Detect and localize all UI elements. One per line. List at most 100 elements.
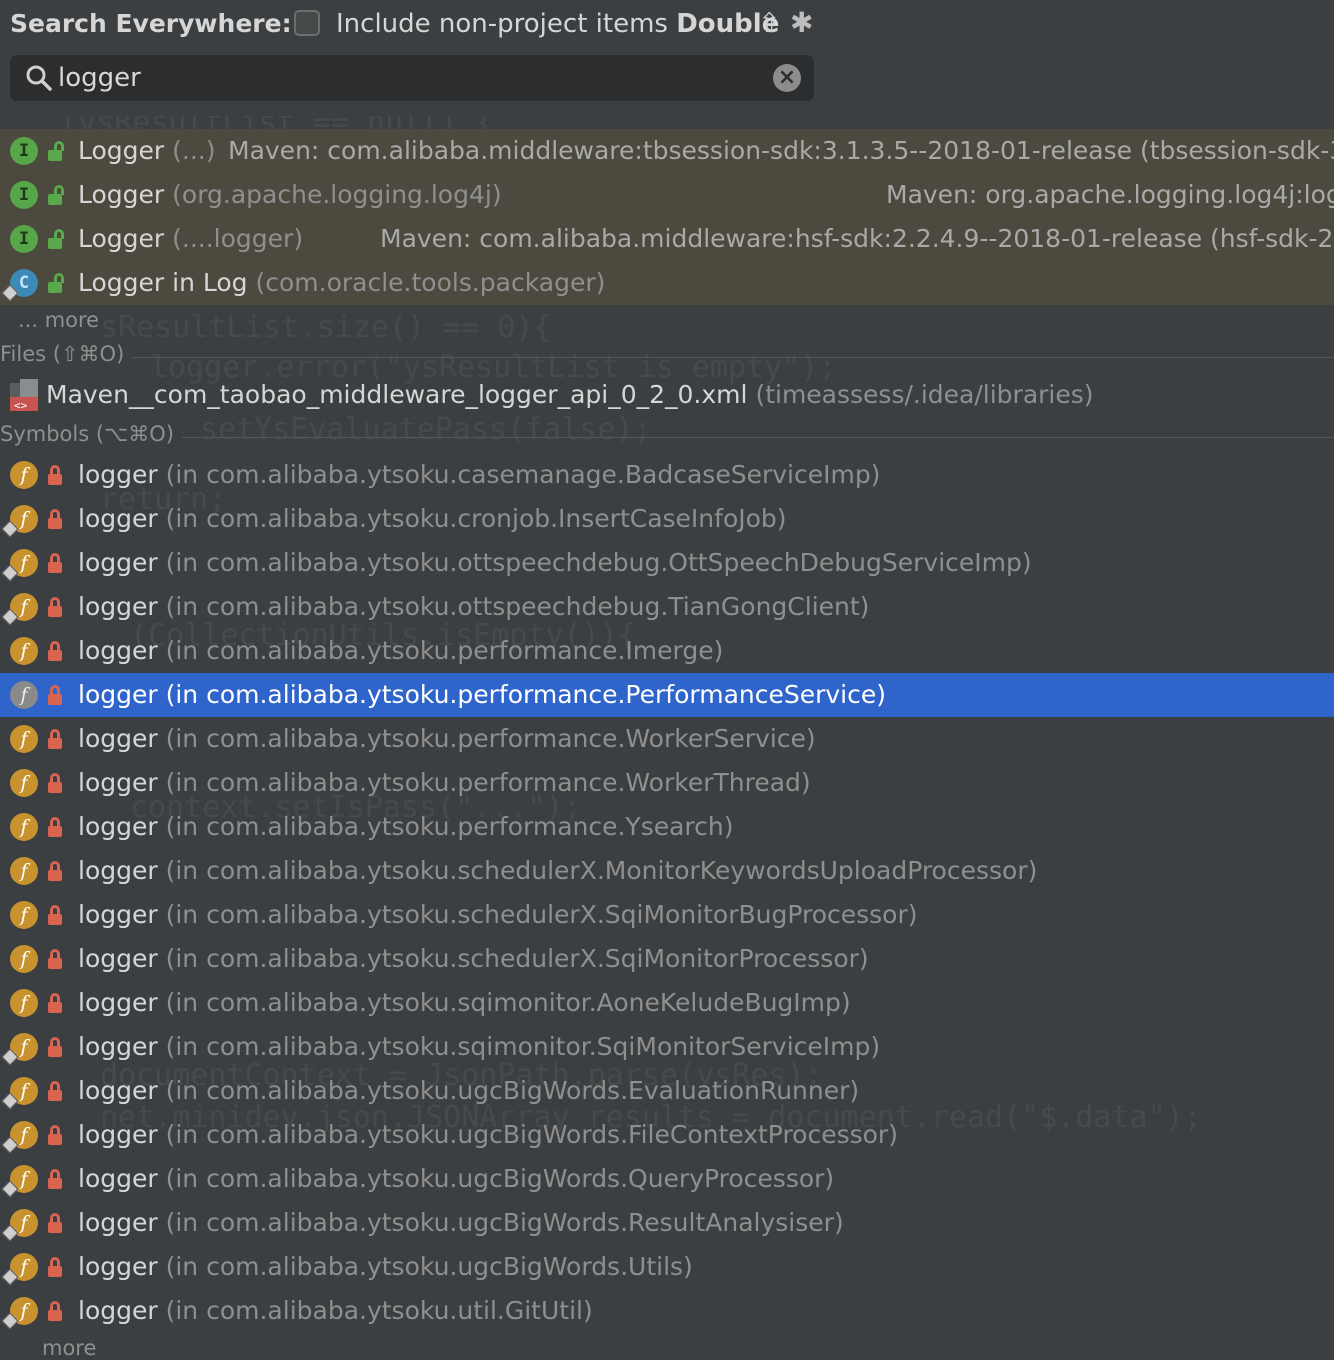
gear-icon[interactable]: ✱ <box>790 6 813 39</box>
symbol-row[interactable]: f logger (in com.alibaba.ytsoku.ugcBigWor… <box>0 1157 1334 1201</box>
clear-icon[interactable]: × <box>773 64 801 92</box>
symbol-name: logger (in com.alibaba.ytsoku.performanc… <box>78 629 723 673</box>
symbol-name-text: logger <box>78 680 158 709</box>
symbol-context: (in com.alibaba.ytsoku.sqimonitor.AoneKe… <box>165 988 851 1017</box>
result-name: Logger in Log (com.oracle.tools.packager… <box>78 261 605 305</box>
symbol-name-text: logger <box>78 548 158 577</box>
result-location: Maven: org.apache.logging.log4j:log <box>886 180 1334 209</box>
symbol-name: logger (in com.alibaba.ytsoku.schedulerX… <box>78 849 1037 893</box>
result-row[interactable]: I Logger (....logger) Maven: com.alibaba.m… <box>0 217 1334 261</box>
include-non-project-checkbox[interactable] <box>294 10 320 36</box>
result-row[interactable]: C Logger in Log (com.oracle.tools.package… <box>0 261 1334 305</box>
symbol-row[interactable]: f logger (in com.alibaba.ytsoku.util.GitU… <box>0 1289 1334 1333</box>
field-icon: f <box>10 681 38 709</box>
lock-icon <box>48 1257 62 1277</box>
symbol-row[interactable]: f logger (in com.alibaba.ytsoku.ugcBigWor… <box>0 1201 1334 1245</box>
symbol-context: (in com.alibaba.ytsoku.performance.Ysear… <box>165 812 734 841</box>
popup-title: Search Everywhere: <box>10 9 292 38</box>
symbol-row[interactable]: f logger (in com.alibaba.ytsoku.ugcBigWor… <box>0 1069 1334 1113</box>
result-row[interactable]: I Logger (org.apache.logging.log4j) Maven:… <box>0 173 1334 217</box>
symbol-row[interactable]: f logger (in com.alibaba.ytsoku.performan… <box>0 673 1334 717</box>
symbol-row[interactable]: f logger (in com.alibaba.ytsoku.scheduler… <box>0 937 1334 981</box>
symbol-row[interactable]: f logger (in com.alibaba.ytsoku.ugcBigWor… <box>0 1245 1334 1289</box>
symbol-name-text: logger <box>78 724 158 753</box>
symbol-row[interactable]: f logger (in com.alibaba.ytsoku.sqimonito… <box>0 981 1334 1025</box>
symbol-name-text: logger <box>78 504 158 533</box>
symbol-row[interactable]: f logger (in com.alibaba.ytsoku.sqimonito… <box>0 1025 1334 1069</box>
field-icon: f <box>10 769 38 797</box>
symbol-name-text: logger <box>78 988 158 1017</box>
symbol-row[interactable]: f logger (in com.alibaba.ytsoku.ugcBigWor… <box>0 1113 1334 1157</box>
symbol-name-text: logger <box>78 1164 158 1193</box>
symbol-name-text: logger <box>78 768 158 797</box>
search-box: × <box>10 55 814 101</box>
interface-icon: I <box>10 137 38 165</box>
more-link-bottom[interactable]: more <box>42 1336 96 1360</box>
symbol-context: (in com.alibaba.ytsoku.schedulerX.SqiMon… <box>165 944 869 973</box>
lock-icon <box>48 553 62 573</box>
symbol-row[interactable]: f logger (in com.alibaba.ytsoku.performan… <box>0 717 1334 761</box>
field-icon: f <box>10 989 38 1017</box>
symbol-row[interactable]: f logger (in com.alibaba.ytsoku.ottspeech… <box>0 541 1334 585</box>
symbol-row[interactable]: f logger (in com.alibaba.ytsoku.performan… <box>0 805 1334 849</box>
interface-icon: I <box>10 181 38 209</box>
search-input[interactable] <box>56 59 750 97</box>
file-row[interactable]: <> Maven__com_taobao_middleware_logger_ap… <box>0 373 1334 417</box>
symbol-row[interactable]: f logger (in com.alibaba.ytsoku.performan… <box>0 629 1334 673</box>
symbol-name-text: logger <box>78 900 158 929</box>
symbol-context: (in com.alibaba.ytsoku.ugcBigWords.Resul… <box>165 1208 844 1237</box>
section-divider <box>0 357 1334 358</box>
file-path: (timeassess/.idea/libraries) <box>755 380 1094 409</box>
symbol-name-text: logger <box>78 944 158 973</box>
symbol-row[interactable]: f logger (in com.alibaba.ytsoku.cronjob.I… <box>0 497 1334 541</box>
symbol-row[interactable]: f logger (in com.alibaba.ytsoku.scheduler… <box>0 893 1334 937</box>
symbol-name: logger (in com.alibaba.ytsoku.performanc… <box>78 717 816 761</box>
symbols-section-title: Symbols (⌥⌘O) <box>0 422 182 446</box>
lock-icon <box>48 1125 62 1145</box>
symbol-context: (in com.alibaba.ytsoku.ottspeechdebug.Ot… <box>165 548 1032 577</box>
symbol-context: (in com.alibaba.ytsoku.cronjob.InsertCas… <box>165 504 787 533</box>
include-non-project-label[interactable]: Include non-project items Double <box>336 9 779 39</box>
symbol-name-text: logger <box>78 592 158 621</box>
more-link[interactable]: ... more <box>18 308 99 332</box>
field-icon: f <box>10 725 38 753</box>
symbol-context: (in com.alibaba.ytsoku.performance.Worke… <box>165 768 811 797</box>
symbol-name-text: logger <box>78 1120 158 1149</box>
lock-icon <box>48 905 62 925</box>
symbol-name-text: logger <box>78 812 158 841</box>
symbol-row[interactable]: f logger (in com.alibaba.ytsoku.ottspeech… <box>0 585 1334 629</box>
field-icon: f <box>10 637 38 665</box>
symbol-row[interactable]: f logger (in com.alibaba.ytsoku.performan… <box>0 761 1334 805</box>
result-name-text: Logger <box>78 224 165 253</box>
symbol-name-text: logger <box>78 1296 158 1325</box>
result-context: (...) <box>172 136 216 165</box>
result-row[interactable]: I Logger (...) Maven: com.alibaba.middlewa… <box>0 129 1334 173</box>
lock-icon <box>48 861 62 881</box>
symbol-name: logger (in com.alibaba.ytsoku.performanc… <box>78 761 811 805</box>
lock-icon <box>48 729 62 749</box>
symbol-name-text: logger <box>78 1076 158 1105</box>
symbol-context: (in com.alibaba.ytsoku.ugcBigWords.Utils… <box>165 1252 693 1281</box>
unlocked-icon <box>48 229 64 249</box>
lock-icon <box>48 685 62 705</box>
lock-icon <box>48 1081 62 1101</box>
lock-icon <box>48 1213 62 1233</box>
field-icon: f <box>10 813 38 841</box>
result-context: (com.oracle.tools.packager) <box>255 268 606 297</box>
symbol-name: logger (in com.alibaba.ytsoku.schedulerX… <box>78 893 918 937</box>
symbol-name-text: logger <box>78 1208 158 1237</box>
symbol-name-text: logger <box>78 1032 158 1061</box>
unlocked-icon <box>48 273 64 293</box>
unlocked-icon <box>48 185 64 205</box>
symbol-name: logger (in com.alibaba.ytsoku.schedulerX… <box>78 937 869 981</box>
result-location: Maven: com.alibaba.middleware:tbsession-… <box>228 136 1334 165</box>
symbol-name: logger (in com.alibaba.ytsoku.sqimonitor… <box>78 1025 880 1069</box>
symbol-row[interactable]: f logger (in com.alibaba.ytsoku.casemanag… <box>0 453 1334 497</box>
symbol-name: logger (in com.alibaba.ytsoku.ugcBigWord… <box>78 1113 898 1157</box>
symbols-section-header: Symbols (⌥⌘O) <box>0 422 1334 452</box>
file-name-text: Maven__com_taobao_middleware_logger_api_… <box>46 380 748 409</box>
search-everywhere-header: Search Everywhere: Include non-project i… <box>0 0 830 116</box>
result-context: (....logger) <box>172 224 304 253</box>
symbol-row[interactable]: f logger (in com.alibaba.ytsoku.scheduler… <box>0 849 1334 893</box>
symbol-context: (in com.alibaba.ytsoku.performance.Perfo… <box>165 680 887 709</box>
